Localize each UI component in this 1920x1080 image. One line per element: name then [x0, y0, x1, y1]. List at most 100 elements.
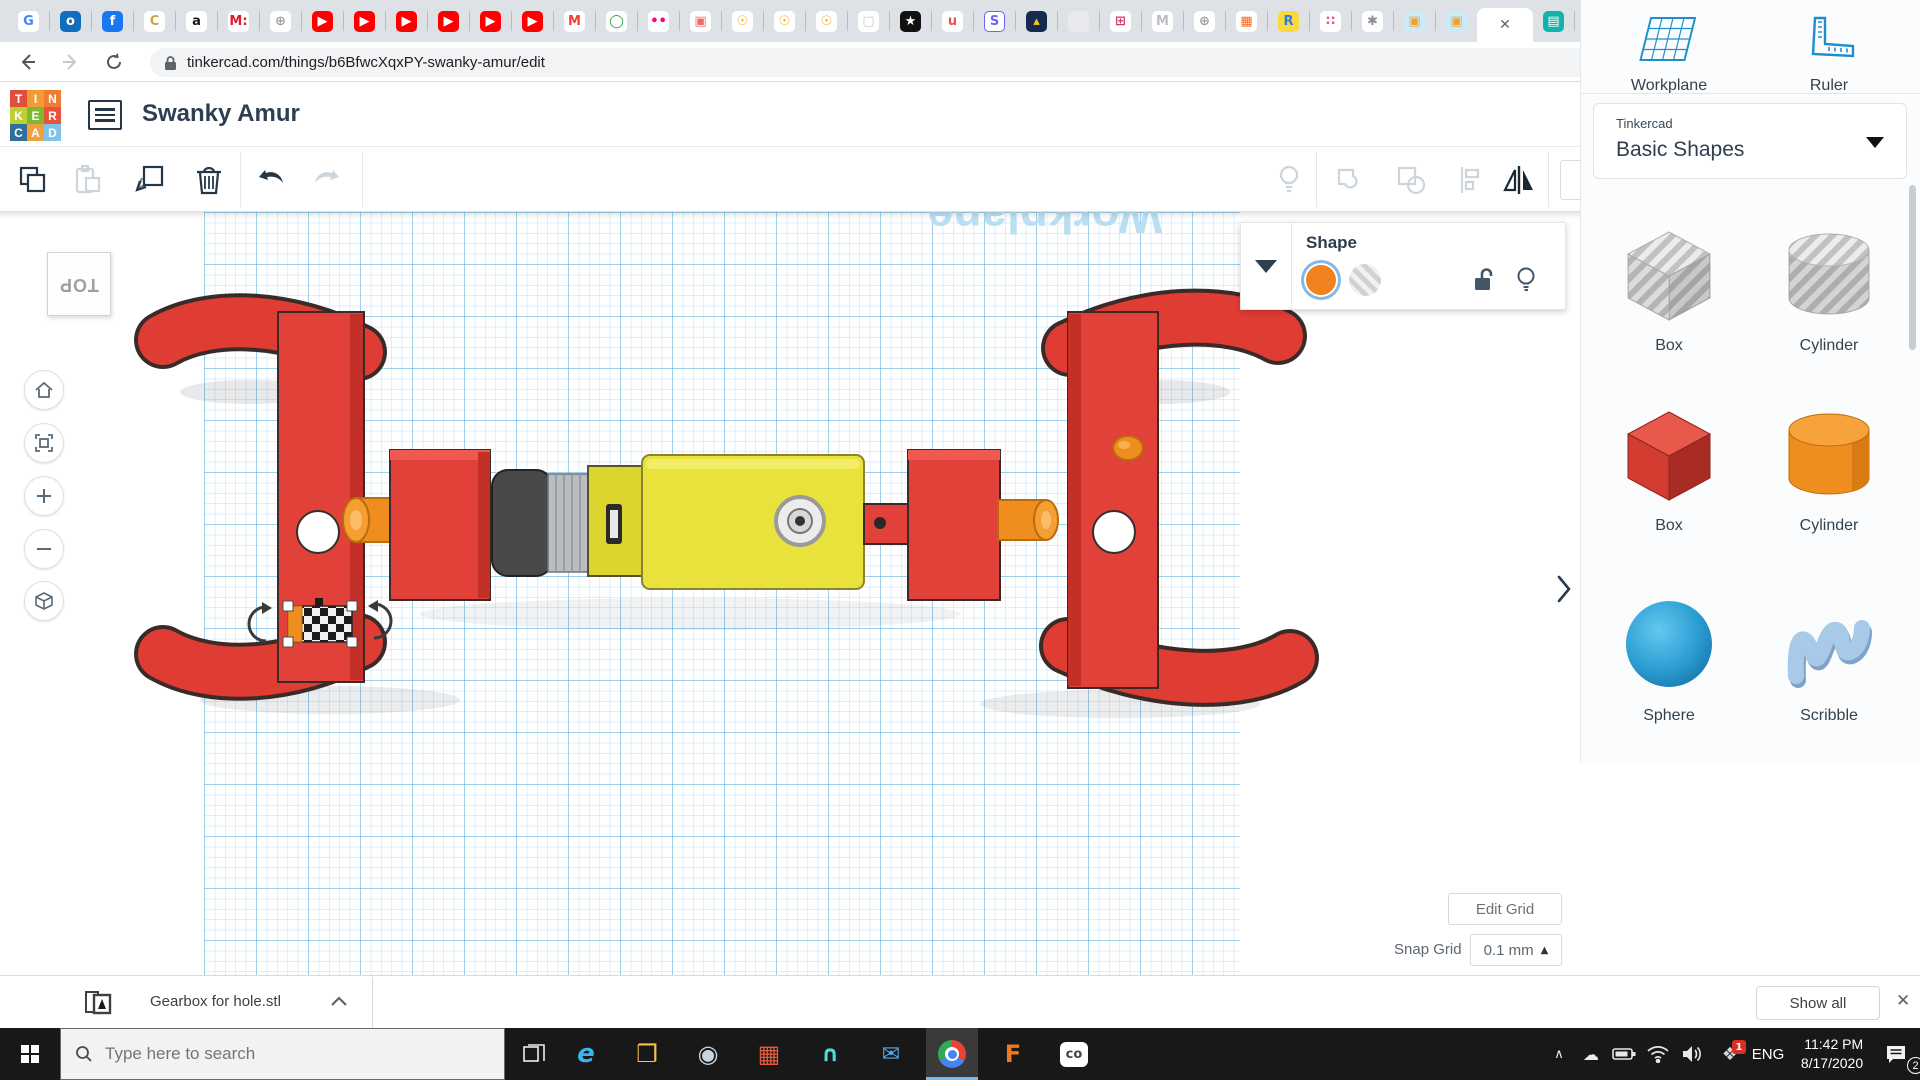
tab-cricut[interactable]: C — [134, 0, 175, 42]
language-indicator[interactable]: ENG — [1746, 1028, 1790, 1080]
edit-grid-button[interactable]: Edit Grid — [1448, 893, 1562, 925]
speaker-icon[interactable] — [1676, 1028, 1708, 1080]
tab-tinkercad-robot[interactable]: ▣ — [1436, 0, 1477, 42]
download-chevron-up-icon[interactable] — [330, 994, 348, 1012]
lightbulb-visibility-icon[interactable] — [1509, 263, 1543, 297]
battery-icon[interactable] — [1608, 1028, 1640, 1080]
paste-icon[interactable] — [68, 161, 106, 199]
shape-sphere[interactable]: Sphere — [1599, 592, 1739, 725]
address-bar[interactable]: tinkercad.com/things/b6BfwcXqxPY-swanky-… — [150, 48, 1690, 77]
unlock-icon[interactable] — [1467, 263, 1501, 297]
fit-view-button[interactable] — [24, 423, 64, 463]
shape-scribble[interactable]: Scribble — [1759, 592, 1899, 725]
taskbar-steam[interactable]: ◉ — [682, 1028, 734, 1080]
taskbar-chrome[interactable] — [926, 1028, 978, 1080]
tab-teal-photos[interactable]: ▤ — [1533, 0, 1574, 42]
shape-library-dropdown[interactable]: Tinkercad Basic Shapes — [1593, 103, 1907, 179]
taskbar-game-headset[interactable]: ∩ — [804, 1028, 856, 1080]
tab-google-translate[interactable]: G — [8, 0, 49, 42]
download-filename[interactable]: Gearbox for hole.stl — [150, 993, 281, 1010]
tab-youtube[interactable]: ▶ — [344, 0, 385, 42]
delete-trash-icon[interactable] — [190, 161, 228, 199]
zoom-in-button[interactable] — [24, 476, 64, 516]
zoom-out-button[interactable] — [24, 529, 64, 569]
duplicate-icon[interactable] — [130, 161, 168, 199]
copy-icon[interactable] — [14, 161, 52, 199]
snap-grid-dropdown[interactable]: 0.1 mm ▲ — [1470, 934, 1562, 966]
group-icon[interactable] — [1332, 161, 1370, 199]
view-cube[interactable]: TOP — [47, 252, 111, 316]
tab-tinkercad-lightbulb[interactable]: ☉ — [764, 0, 805, 42]
dropbox-tray-icon[interactable]: ❖ 1 — [1712, 1028, 1748, 1080]
tinkercad-logo[interactable]: TINKERCAD — [10, 90, 61, 141]
search-input[interactable] — [105, 1044, 445, 1064]
action-center-icon[interactable]: 2 — [1876, 1028, 1916, 1080]
tab-gear[interactable]: ✱ — [1352, 0, 1393, 42]
mirror-flip-icon[interactable] — [1500, 161, 1538, 199]
align-icon[interactable] — [1452, 161, 1490, 199]
taskbar-edge[interactable]: e — [560, 1028, 612, 1080]
sidebar-scrollbar[interactable] — [1909, 185, 1916, 350]
tab-star-black[interactable]: ★ — [890, 0, 931, 42]
onedrive-cloud-icon[interactable]: ☁ — [1576, 1028, 1606, 1080]
shape-cylinder-hole[interactable]: Cylinder — [1759, 222, 1899, 355]
solid-color-swatch[interactable] — [1304, 263, 1338, 297]
task-view-button[interactable] — [508, 1028, 560, 1080]
tab-green-ring[interactable]: ◯ — [596, 0, 637, 42]
shape-box-hole[interactable]: Box — [1599, 222, 1739, 355]
hole-swatch[interactable] — [1349, 264, 1381, 296]
tab-blank[interactable] — [1058, 0, 1099, 42]
design-title[interactable]: Swanky Amur — [142, 100, 300, 128]
model-scene[interactable] — [0, 212, 1580, 975]
workplane-tool[interactable]: Workplane — [1609, 14, 1729, 95]
tab-tinkercad-lightbulb[interactable]: ☉ — [722, 0, 763, 42]
tab-gmail[interactable]: M — [554, 0, 595, 42]
taskbar-file-explorer[interactable]: ❒ — [621, 1028, 673, 1080]
tab-active-tinkercad[interactable]: ✕ — [1477, 8, 1533, 42]
taskbar-store[interactable]: ▦ — [743, 1028, 795, 1080]
tab-globe[interactable]: ⊕ — [1184, 0, 1225, 42]
taskbar-mail[interactable]: ✉ — [865, 1028, 917, 1080]
shape-cylinder-orange[interactable]: Cylinder — [1759, 402, 1899, 535]
tray-overflow-chevron[interactable]: ∧ — [1546, 1028, 1572, 1080]
start-button[interactable] — [0, 1028, 60, 1080]
tab-tinkercad-robot[interactable]: ▣ — [1394, 0, 1435, 42]
ungroup-icon[interactable] — [1392, 161, 1430, 199]
tab-udemy[interactable]: u — [932, 0, 973, 42]
tab-bricks4kidz[interactable]: ⊞ — [1100, 0, 1141, 42]
tab-youtube[interactable]: ▶ — [302, 0, 343, 42]
ruler-tool[interactable]: Ruler — [1769, 14, 1889, 95]
tab-orange-dots-grid[interactable]: ▦ — [1226, 0, 1267, 42]
tab-red-card[interactable]: ▣ — [680, 0, 721, 42]
tab-youtube[interactable]: ▶ — [512, 0, 553, 42]
tab-r-yellow[interactable]: R — [1268, 0, 1309, 42]
tab-m-silver[interactable]: M — [1142, 0, 1183, 42]
back-icon[interactable] — [14, 48, 42, 76]
tab-tinkercad-lightbulb[interactable]: ☉ — [806, 0, 847, 42]
wifi-icon[interactable] — [1642, 1028, 1674, 1080]
sidebar-collapse-chevron[interactable] — [1556, 574, 1576, 604]
taskbar-co-app[interactable]: co — [1048, 1028, 1100, 1080]
tab-stem[interactable]: ∷ — [1310, 0, 1351, 42]
tab-youtube[interactable]: ▶ — [470, 0, 511, 42]
tab-graduation-cap[interactable]: ▴ — [1016, 0, 1057, 42]
home-view-button[interactable] — [24, 370, 64, 410]
forward-icon[interactable] — [56, 48, 84, 76]
tab-amazon[interactable]: a — [176, 0, 217, 42]
clock[interactable]: 11:42 PM 8/17/2020 — [1786, 1028, 1878, 1080]
show-all-bulb-icon[interactable] — [1270, 161, 1308, 199]
panel-collapse-arrow-icon[interactable] — [1241, 223, 1292, 309]
tab-s-purple[interactable]: S — [974, 0, 1015, 42]
tab-facebook[interactable]: f — [92, 0, 133, 42]
tab-flickr[interactable]: •• — [638, 0, 679, 42]
redo-icon[interactable] — [308, 161, 346, 199]
tab-close-icon[interactable]: ✕ — [1499, 17, 1511, 33]
perspective-toggle-button[interactable] — [24, 581, 64, 621]
tab-globe[interactable]: ⊕ — [260, 0, 301, 42]
design-menu-icon[interactable] — [88, 100, 122, 130]
reload-icon[interactable] — [100, 48, 128, 76]
downloads-bar-close-icon[interactable]: ✕ — [1896, 991, 1910, 1011]
tab-macys[interactable]: M: — [218, 0, 259, 42]
taskbar-flashprint[interactable]: F — [987, 1028, 1039, 1080]
tab-outlook[interactable]: o — [50, 0, 91, 42]
